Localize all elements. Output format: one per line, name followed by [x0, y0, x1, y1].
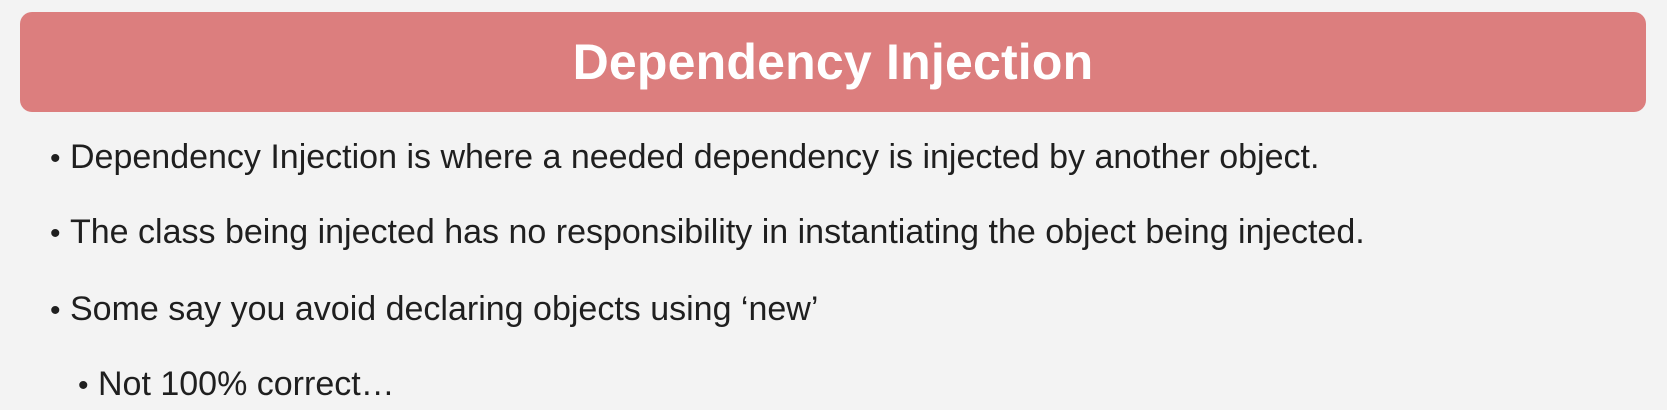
bullet-item: • Dependency Injection is where a needed…: [50, 140, 1319, 174]
bullet-text: Some say you avoid declaring objects usi…: [70, 290, 819, 328]
sub-bullet-item: • Not 100% correct…: [78, 367, 395, 401]
bullet-dot-icon: •: [50, 294, 61, 327]
bullet-item: • The class being injected has no respon…: [50, 215, 1365, 249]
bullet-dot-icon: •: [78, 369, 89, 402]
bullet-text: Dependency Injection is where a needed d…: [70, 138, 1320, 176]
bullet-dot-icon: •: [50, 217, 61, 250]
bullet-item: • Some say you avoid declaring objects u…: [50, 292, 818, 326]
slide: Dependency Injection • Dependency Inject…: [0, 0, 1667, 410]
bullet-dot-icon: •: [50, 142, 61, 175]
bullet-text: Not 100% correct…: [98, 365, 395, 403]
bullet-text: The class being injected has no responsi…: [70, 213, 1365, 251]
bullet-list: • Dependency Injection is where a needed…: [0, 0, 1667, 410]
